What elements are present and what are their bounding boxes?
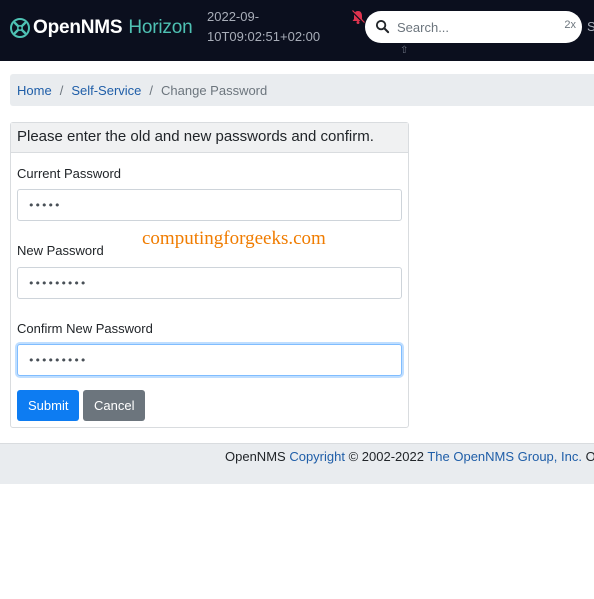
caret-up-icon: ⇧ xyxy=(400,45,409,56)
current-password-label: Current Password xyxy=(17,166,122,181)
current-password-input[interactable] xyxy=(17,189,402,221)
top-navbar: OpenNMS Horizon 2022-09-10T09:02:51+02:0… xyxy=(0,0,594,61)
breadcrumb: Home / Self-Service / Change Password xyxy=(10,74,594,106)
footer-years: © 2002-2022 xyxy=(348,449,424,464)
opennms-logo[interactable]: OpenNMS Horizon xyxy=(10,16,193,40)
server-timestamp: 2022-09-10T09:02:51+02:00 xyxy=(207,9,321,44)
breadcrumb-current: Change Password xyxy=(161,82,268,98)
submit-button[interactable]: Submit xyxy=(17,390,80,421)
breadcrumb-home[interactable]: Home xyxy=(17,83,52,98)
brand-edition: Horizon xyxy=(128,17,193,38)
page-footer: OpenNMS Copyright © 2002-2022 The OpenNM… xyxy=(0,443,594,484)
cancel-button[interactable]: Cancel xyxy=(83,390,146,421)
watermark-text: computingforgeeks.com xyxy=(142,228,326,249)
footer-text: OpenNMS Copyright © 2002-2022 The OpenNM… xyxy=(225,449,594,464)
card-header: Please enter the old and new passwords a… xyxy=(11,123,408,153)
confirm-password-label: Confirm New Password xyxy=(17,321,153,336)
breadcrumb-self-service[interactable]: Self-Service xyxy=(71,83,141,98)
footer-truncated: Ope xyxy=(585,449,594,464)
brand-name: OpenNMS xyxy=(33,17,123,38)
search-icon xyxy=(375,19,390,34)
new-password-input[interactable] xyxy=(17,267,402,299)
breadcrumb-separator: / xyxy=(149,82,154,98)
change-password-card: Please enter the old and new passwords a… xyxy=(10,122,409,428)
search-input[interactable] xyxy=(397,15,547,39)
search-hotkey-hint: 2x xyxy=(564,19,576,31)
confirm-password-input[interactable] xyxy=(17,344,402,376)
footer-copyright-link[interactable]: Copyright xyxy=(289,449,345,464)
opennms-logo-icon xyxy=(10,18,30,38)
breadcrumb-separator: / xyxy=(59,82,64,98)
notifications-muted-bell-icon[interactable] xyxy=(350,9,366,25)
footer-product: OpenNMS xyxy=(225,449,286,464)
footer-company-link[interactable]: The OpenNMS Group, Inc. xyxy=(427,449,582,464)
user-menu-truncated[interactable]: S xyxy=(587,19,594,34)
new-password-label: New Password xyxy=(17,243,104,258)
search-box[interactable]: 2x xyxy=(365,11,582,43)
